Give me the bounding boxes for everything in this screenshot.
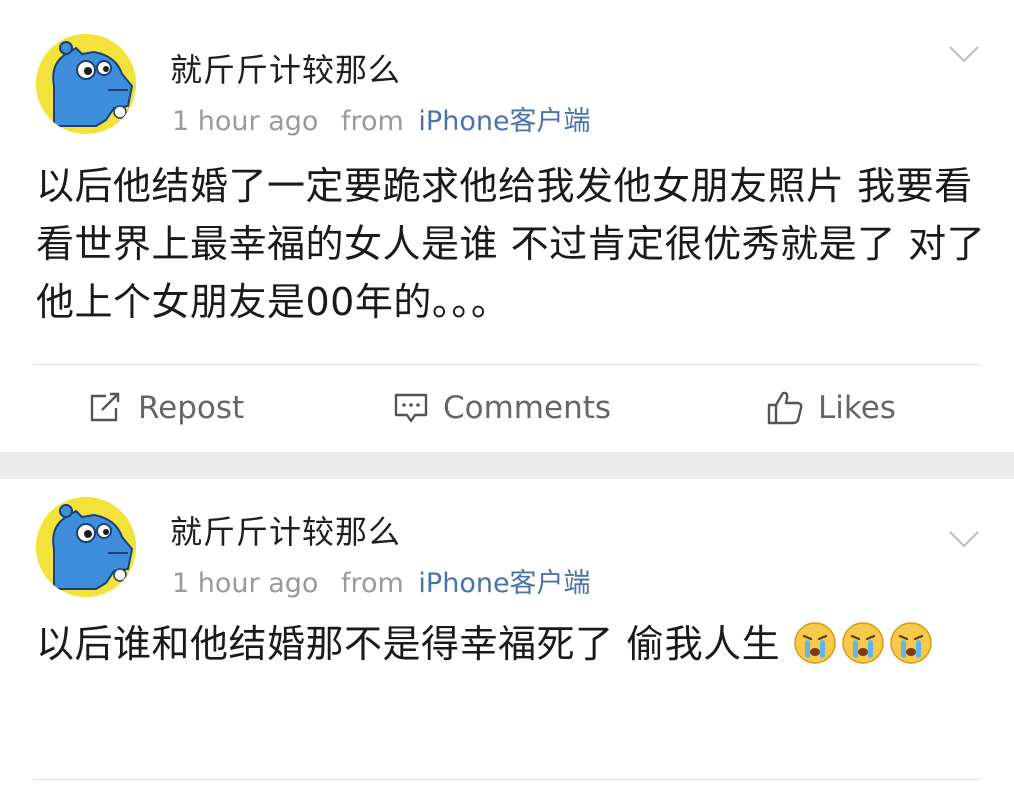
- username[interactable]: 就斤斤计较那么: [170, 507, 401, 553]
- repost-button[interactable]: Repost: [88, 380, 244, 436]
- hippo-avatar-icon: [36, 497, 136, 597]
- likes-button[interactable]: Likes: [766, 380, 896, 436]
- hippo-avatar-icon: [36, 34, 136, 134]
- likes-label: Likes: [818, 390, 896, 426]
- divider: [34, 779, 980, 780]
- feed-post: 就斤斤计较那么 1 hour ago from iPhone客户端 以后谁和他结…: [0, 479, 1014, 800]
- comments-label: Comments: [443, 390, 612, 426]
- username[interactable]: 就斤斤计较那么: [170, 45, 401, 91]
- post-meta: 1 hour ago from iPhone客户端: [172, 99, 591, 138]
- source-link[interactable]: iPhone客户端: [418, 568, 590, 599]
- crying-face-icon: [793, 622, 836, 664]
- post-time: 1 hour ago: [172, 568, 319, 599]
- avatar[interactable]: [36, 497, 136, 597]
- comments-button[interactable]: Comments: [393, 380, 611, 436]
- action-bar: Repost Comments Likes: [0, 380, 1014, 436]
- post-text-content: 以后谁和他结婚那不是得幸福死了 偷我人生: [36, 622, 781, 666]
- source-link[interactable]: iPhone客户端: [418, 106, 590, 137]
- post-time: 1 hour ago: [172, 106, 319, 137]
- post-text: 以后他结婚了一定要跪求他给我发他女朋友照片 我要看看世界上最幸福的女人是谁 不过…: [36, 164, 986, 324]
- feed-post: 就斤斤计较那么 1 hour ago from iPhone客户端 以后他结婚了…: [0, 0, 1014, 452]
- post-separator: [0, 452, 1014, 479]
- from-label: from: [340, 106, 404, 137]
- crying-face-icon: [889, 622, 932, 664]
- repost-icon: [90, 392, 120, 422]
- from-label: from: [340, 568, 404, 599]
- avatar[interactable]: [36, 34, 136, 134]
- chevron-down-icon[interactable]: [948, 529, 980, 549]
- post-text: 以后谁和他结婚那不是得幸福死了 偷我人生: [36, 615, 986, 673]
- repost-label: Repost: [138, 390, 245, 426]
- divider: [34, 364, 980, 365]
- chevron-down-icon[interactable]: [948, 44, 980, 64]
- crying-face-icon: [841, 622, 884, 664]
- thumbs-up-icon: [767, 391, 803, 425]
- comment-icon: [394, 393, 428, 423]
- post-meta: 1 hour ago from iPhone客户端: [172, 561, 591, 600]
